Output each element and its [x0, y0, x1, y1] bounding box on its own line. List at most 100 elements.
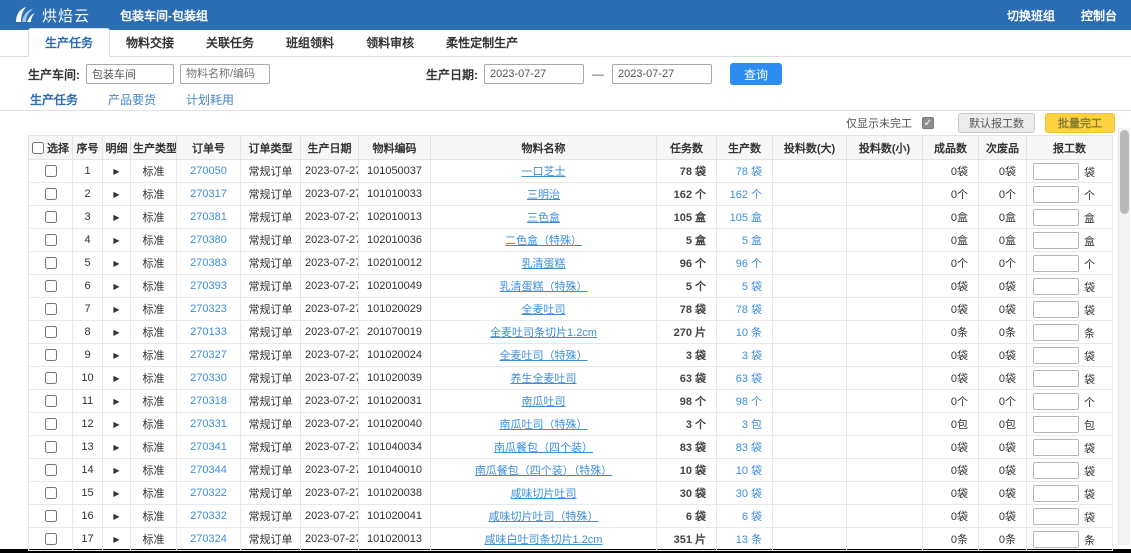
- expand-row-icon[interactable]: ▶: [113, 420, 119, 429]
- row-select-checkbox[interactable]: [45, 533, 57, 545]
- default-report-qty-button[interactable]: 默认报工数: [958, 113, 1035, 133]
- expand-row-icon[interactable]: ▶: [113, 374, 119, 383]
- tab-flexible-custom[interactable]: 柔性定制生产: [430, 29, 534, 56]
- prod-qty-link[interactable]: 13 条: [736, 534, 762, 546]
- workshop-input[interactable]: [86, 64, 174, 84]
- tab-related-task[interactable]: 关联任务: [190, 29, 270, 56]
- row-select-checkbox[interactable]: [45, 234, 57, 246]
- order-link[interactable]: 270330: [190, 372, 227, 384]
- subtab-production-task[interactable]: 生产任务: [30, 91, 78, 108]
- prod-qty-link[interactable]: 10 袋: [736, 465, 762, 477]
- row-select-checkbox[interactable]: [45, 487, 57, 499]
- prod-qty-link[interactable]: 105 盒: [730, 212, 762, 224]
- material-link[interactable]: 咸味白吐司条切片1.2cm: [485, 534, 603, 546]
- subtab-product-demand[interactable]: 产品要货: [108, 91, 156, 108]
- expand-row-icon[interactable]: ▶: [113, 213, 119, 222]
- report-qty-input[interactable]: [1033, 347, 1079, 364]
- row-select-checkbox[interactable]: [45, 372, 57, 384]
- row-select-checkbox[interactable]: [45, 395, 57, 407]
- report-qty-input[interactable]: [1033, 209, 1079, 226]
- tab-picking-review[interactable]: 领料审核: [350, 29, 430, 56]
- row-select-checkbox[interactable]: [45, 188, 57, 200]
- expand-row-icon[interactable]: ▶: [113, 535, 119, 544]
- material-link[interactable]: 南瓜餐包（四个装）（特殊）: [475, 465, 613, 477]
- order-link[interactable]: 270050: [190, 165, 227, 177]
- prod-qty-link[interactable]: 6 袋: [742, 511, 762, 523]
- row-select-checkbox[interactable]: [45, 280, 57, 292]
- order-link[interactable]: 270133: [190, 326, 227, 338]
- report-qty-input[interactable]: [1033, 255, 1079, 272]
- expand-row-icon[interactable]: ▶: [113, 328, 119, 337]
- prod-qty-link[interactable]: 3 袋: [742, 350, 762, 362]
- row-select-checkbox[interactable]: [45, 211, 57, 223]
- report-qty-input[interactable]: [1033, 393, 1079, 410]
- report-qty-input[interactable]: [1033, 186, 1079, 203]
- material-search-input[interactable]: [180, 64, 270, 84]
- report-qty-input[interactable]: [1033, 163, 1079, 180]
- material-link[interactable]: 二色盒（特殊）: [505, 235, 582, 247]
- row-select-checkbox[interactable]: [45, 326, 57, 338]
- prod-qty-link[interactable]: 78 袋: [736, 304, 762, 316]
- prod-qty-link[interactable]: 78 袋: [736, 166, 762, 178]
- report-qty-input[interactable]: [1033, 462, 1079, 479]
- material-link[interactable]: 一口芝士: [522, 166, 566, 178]
- order-link[interactable]: 270380: [190, 234, 227, 246]
- tab-material-handover[interactable]: 物料交接: [110, 29, 190, 56]
- report-qty-input[interactable]: [1033, 324, 1079, 341]
- scrollbar-thumb[interactable]: [1120, 130, 1129, 214]
- order-link[interactable]: 270383: [190, 257, 227, 269]
- expand-row-icon[interactable]: ▶: [113, 489, 119, 498]
- material-link[interactable]: 全麦吐司: [522, 304, 566, 316]
- expand-row-icon[interactable]: ▶: [113, 167, 119, 176]
- batch-finish-button[interactable]: 批量完工: [1045, 113, 1115, 133]
- expand-row-icon[interactable]: ▶: [113, 397, 119, 406]
- search-button[interactable]: 查询: [730, 63, 782, 85]
- material-link[interactable]: 三色盒: [527, 212, 560, 224]
- console-link[interactable]: 控制台: [1081, 7, 1117, 24]
- date-to-input[interactable]: [612, 64, 712, 84]
- subtab-planned-usage[interactable]: 计划耗用: [186, 91, 234, 108]
- report-qty-input[interactable]: [1033, 416, 1079, 433]
- order-link[interactable]: 270324: [190, 533, 227, 545]
- row-select-checkbox[interactable]: [45, 165, 57, 177]
- prod-qty-link[interactable]: 3 包: [742, 419, 762, 431]
- expand-row-icon[interactable]: ▶: [113, 466, 119, 475]
- switch-team-link[interactable]: 切换班组: [1007, 7, 1055, 24]
- order-link[interactable]: 270344: [190, 464, 227, 476]
- row-select-checkbox[interactable]: [45, 418, 57, 430]
- row-select-checkbox[interactable]: [45, 349, 57, 361]
- material-link[interactable]: 全麦吐司（特殊）: [500, 350, 588, 362]
- order-link[interactable]: 270393: [190, 280, 227, 292]
- date-from-input[interactable]: [484, 64, 584, 84]
- tab-production-task[interactable]: 生产任务: [28, 28, 110, 57]
- prod-qty-link[interactable]: 10 条: [736, 327, 762, 339]
- expand-row-icon[interactable]: ▶: [113, 190, 119, 199]
- report-qty-input[interactable]: [1033, 370, 1079, 387]
- expand-row-icon[interactable]: ▶: [113, 236, 119, 245]
- prod-qty-link[interactable]: 162 个: [730, 189, 762, 201]
- report-qty-input[interactable]: [1033, 485, 1079, 502]
- expand-row-icon[interactable]: ▶: [113, 351, 119, 360]
- order-link[interactable]: 270341: [190, 441, 227, 453]
- expand-row-icon[interactable]: ▶: [113, 512, 119, 521]
- report-qty-input[interactable]: [1033, 531, 1079, 548]
- tab-team-picking[interactable]: 班组领料: [270, 29, 350, 56]
- material-link[interactable]: 南瓜餐包（四个装）: [494, 442, 593, 454]
- report-qty-input[interactable]: [1033, 301, 1079, 318]
- material-link[interactable]: 咸味切片吐司（特殊）: [489, 511, 599, 523]
- report-qty-input[interactable]: [1033, 232, 1079, 249]
- expand-row-icon[interactable]: ▶: [113, 259, 119, 268]
- order-link[interactable]: 270322: [190, 487, 227, 499]
- prod-qty-link[interactable]: 5 盒: [742, 235, 762, 247]
- row-select-checkbox[interactable]: [45, 257, 57, 269]
- report-qty-input[interactable]: [1033, 439, 1079, 456]
- report-qty-input[interactable]: [1033, 508, 1079, 525]
- prod-qty-link[interactable]: 98 个: [736, 396, 762, 408]
- order-link[interactable]: 270381: [190, 211, 227, 223]
- only-unfinished-checkbox[interactable]: ✓: [922, 117, 934, 129]
- material-link[interactable]: 乳清蛋糕（特殊）: [500, 281, 588, 293]
- expand-row-icon[interactable]: ▶: [113, 282, 119, 291]
- order-link[interactable]: 270332: [190, 510, 227, 522]
- order-link[interactable]: 270327: [190, 349, 227, 361]
- material-link[interactable]: 南瓜吐司: [522, 396, 566, 408]
